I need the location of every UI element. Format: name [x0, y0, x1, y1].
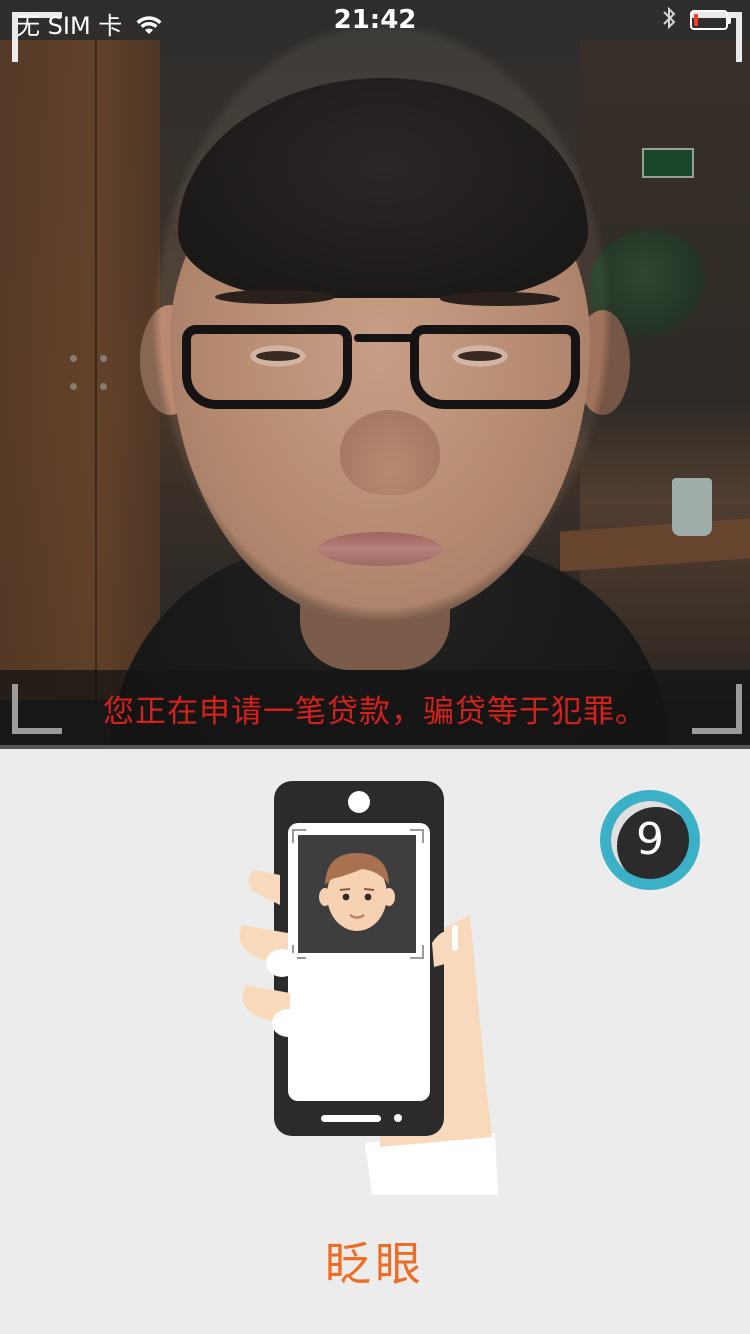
- phone-camera: [348, 791, 370, 813]
- status-bar: 无 SIM 卡 21:42: [0, 0, 750, 40]
- warning-text: 您正在申请一笔贷款，骗贷等于犯罪。: [103, 694, 647, 730]
- countdown-number: 9: [636, 814, 664, 865]
- phone-speaker: [321, 1115, 381, 1122]
- battery-tip: [728, 16, 731, 24]
- action-instruction: 眨眼: [325, 1237, 425, 1291]
- face-outline-mask: [0, 0, 750, 745]
- fingernail: [266, 949, 298, 977]
- corner-bracket-icon: [12, 684, 62, 734]
- fingernail: [272, 1009, 304, 1037]
- battery-icon: [690, 10, 728, 30]
- bluetooth-icon: [661, 6, 677, 36]
- hand-holding-phone-illustration: [239, 781, 498, 1195]
- fingernail: [452, 925, 458, 951]
- battery-level: [694, 14, 698, 26]
- phone-button: [394, 1114, 402, 1122]
- clock: 21:42: [333, 5, 417, 35]
- thumb: [248, 870, 280, 905]
- camera-preview: 您正在申请一笔贷款，骗贷等于犯罪。: [0, 0, 750, 745]
- corner-bracket-icon: [692, 684, 742, 734]
